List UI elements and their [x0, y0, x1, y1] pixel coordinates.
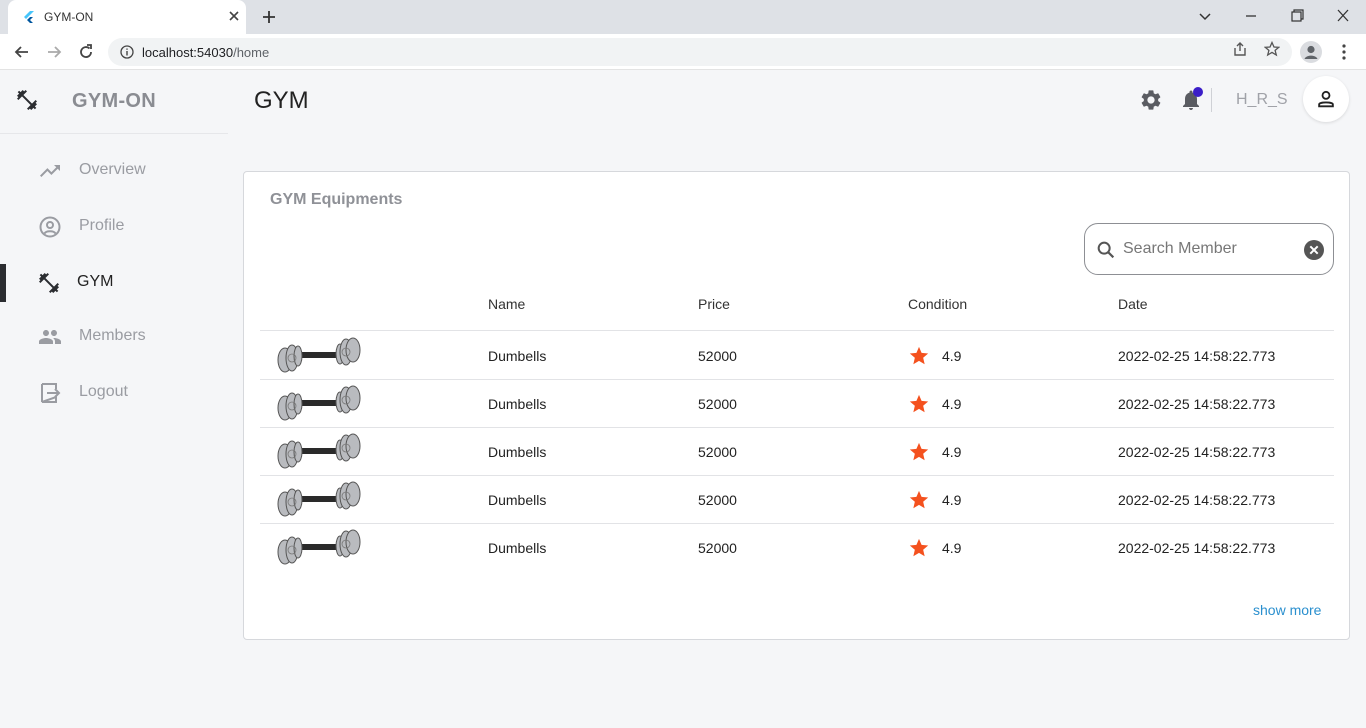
table-row[interactable]: Dumbells 52000 4.9 2022-02-25 14:58:22.773 [260, 428, 1334, 476]
cell-rating: 4.9 [942, 396, 962, 412]
url-text: localhost:54030/home [142, 45, 269, 60]
avatar-button[interactable] [1303, 76, 1349, 122]
sidebar-item-label: GYM [77, 273, 114, 290]
cell-price: 52000 [698, 348, 737, 364]
sidebar-item-profile[interactable]: Profile [0, 207, 228, 247]
dumbbell-image [272, 476, 362, 522]
sidebar-item-logout[interactable]: Logout [0, 373, 228, 413]
page-title: GYM [254, 87, 309, 114]
star-icon [909, 538, 929, 557]
account-circle-icon [39, 216, 61, 238]
site-info-icon[interactable] [120, 45, 134, 59]
sidebar: GYM-ON Overview Profile GYM Members Logo… [0, 71, 228, 728]
dumbbell-image [272, 524, 362, 570]
column-header-price: Price [698, 296, 730, 312]
address-bar: localhost:54030/home [0, 34, 1366, 70]
equipment-card: GYM Equipments Name Price Condition Date… [243, 171, 1350, 640]
browser-tab[interactable]: GYM-ON [8, 0, 246, 34]
sidebar-item-overview[interactable]: Overview [0, 151, 228, 191]
dumbbell-image [272, 380, 362, 426]
show-more-link[interactable]: show more [1253, 602, 1321, 618]
table-row[interactable]: Dumbells 52000 4.9 2022-02-25 14:58:22.773 [260, 332, 1334, 380]
search-input[interactable] [1123, 238, 1293, 260]
notification-badge [1193, 87, 1203, 97]
column-header-condition: Condition [908, 296, 968, 312]
sidebar-item-label: Profile [79, 217, 125, 234]
cell-date: 2022-02-25 14:58:22.773 [1118, 348, 1276, 364]
cell-rating: 4.9 [942, 540, 962, 556]
star-icon [909, 490, 929, 509]
cell-name: Dumbells [488, 348, 547, 364]
dumbbell-image [272, 428, 362, 474]
url-host: localhost:54030 [142, 45, 234, 60]
table-row[interactable]: Dumbells 52000 4.9 2022-02-25 14:58:22.773 [260, 476, 1334, 524]
close-tab-icon[interactable] [226, 8, 242, 24]
star-icon [909, 442, 929, 461]
cell-price: 52000 [698, 540, 737, 556]
forward-arrow-icon[interactable] [44, 42, 64, 62]
browser-tab-strip: GYM-ON [0, 0, 1366, 34]
clear-search-icon[interactable] [1303, 239, 1325, 261]
username[interactable]: H_R_S [1236, 91, 1288, 109]
cell-price: 52000 [698, 444, 737, 460]
app-root: GYM-ON Overview Profile GYM Members Logo… [0, 71, 1366, 728]
close-window-icon[interactable] [1332, 6, 1354, 26]
cell-name: Dumbells [488, 492, 547, 508]
tab-search-chevron-icon[interactable] [1194, 6, 1216, 26]
cell-rating: 4.9 [942, 348, 962, 364]
minimize-icon[interactable] [1240, 6, 1262, 26]
card-title: GYM Equipments [270, 191, 403, 208]
brand-name: GYM-ON [72, 90, 157, 112]
sidebar-item-label: Logout [79, 383, 128, 400]
cell-date: 2022-02-25 14:58:22.773 [1118, 540, 1276, 556]
restore-icon[interactable] [1286, 6, 1308, 26]
search-icon [1097, 241, 1115, 259]
trending-up-icon [40, 165, 60, 177]
logout-icon [41, 383, 61, 403]
sidebar-item-members[interactable]: Members [0, 317, 228, 357]
bookmark-star-icon[interactable] [1264, 41, 1280, 57]
search-box[interactable] [1084, 223, 1334, 275]
sidebar-item-label: Members [79, 327, 146, 344]
dumbbell-logo-icon [17, 90, 37, 110]
cell-price: 52000 [698, 396, 737, 412]
header-divider [1211, 88, 1212, 112]
fitness-icon [39, 273, 59, 293]
star-icon [909, 394, 929, 413]
browser-profile-icon[interactable] [1300, 41, 1322, 63]
cell-rating: 4.9 [942, 492, 962, 508]
sidebar-item-gym[interactable]: GYM [0, 263, 228, 303]
sidebar-item-label: Overview [79, 161, 146, 178]
cell-name: Dumbells [488, 444, 547, 460]
cell-date: 2022-02-25 14:58:22.773 [1118, 444, 1276, 460]
url-path: /home [233, 45, 270, 60]
cell-date: 2022-02-25 14:58:22.773 [1118, 492, 1276, 508]
dumbbell-image [272, 332, 362, 378]
cell-rating: 4.9 [942, 444, 962, 460]
star-icon [909, 346, 929, 365]
cell-name: Dumbells [488, 540, 547, 556]
back-arrow-icon[interactable] [12, 42, 32, 62]
tab-title: GYM-ON [44, 10, 94, 24]
flutter-favicon-icon [24, 11, 34, 23]
browser-menu-icon[interactable] [1337, 43, 1351, 61]
cell-date: 2022-02-25 14:58:22.773 [1118, 396, 1276, 412]
column-header-date: Date [1118, 296, 1148, 312]
reload-icon[interactable] [76, 42, 96, 62]
table-header: Name Price Condition Date [260, 284, 1334, 331]
table-row[interactable]: Dumbells 52000 4.9 2022-02-25 14:58:22.773 [260, 380, 1334, 428]
settings-gear-icon[interactable] [1139, 88, 1163, 112]
people-icon [39, 330, 61, 344]
cell-price: 52000 [698, 492, 737, 508]
cell-name: Dumbells [488, 396, 547, 412]
url-field[interactable]: localhost:54030/home [108, 38, 1292, 66]
person-icon [1318, 90, 1334, 108]
share-icon[interactable] [1232, 41, 1248, 57]
new-tab-icon[interactable] [260, 8, 278, 26]
column-header-name: Name [488, 296, 526, 312]
brand: GYM-ON [0, 71, 228, 134]
table-row[interactable]: Dumbells 52000 4.9 2022-02-25 14:58:22.773 [260, 524, 1334, 572]
